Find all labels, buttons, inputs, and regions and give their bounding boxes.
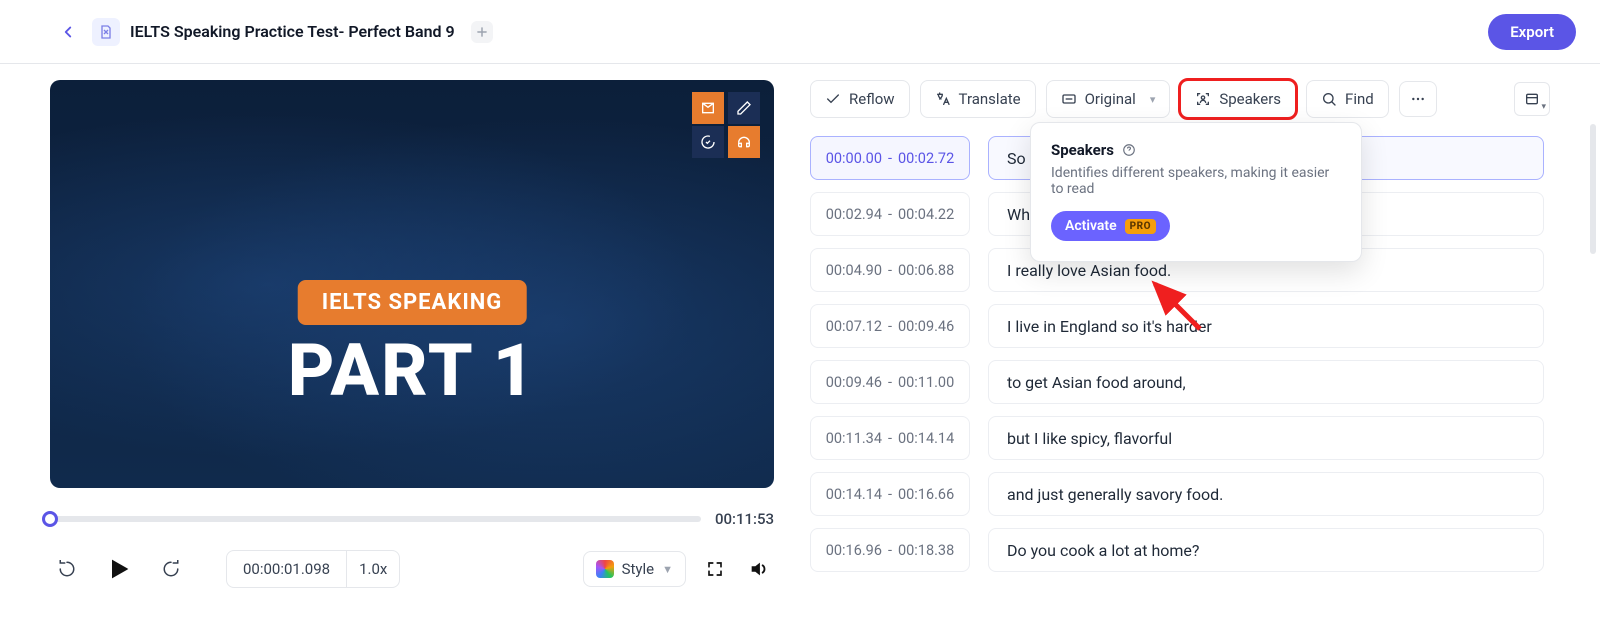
- rewind-icon: [58, 560, 76, 578]
- timestamp[interactable]: 00:02.94-00:04.22: [810, 192, 970, 236]
- video-overlay-badges: [692, 92, 762, 158]
- transcript-text[interactable]: I live in England so it's harder: [988, 304, 1544, 348]
- timestamp[interactable]: 00:00.00-00:02.72: [810, 136, 970, 180]
- timestamp[interactable]: 00:14.14-00:16.66: [810, 472, 970, 516]
- timeline-track[interactable]: [50, 516, 701, 522]
- original-dropdown[interactable]: Original: [1046, 80, 1171, 118]
- transcript-row[interactable]: 00:16.96-00:18.38 Do you cook a lot at ho…: [810, 528, 1544, 572]
- original-label: Original: [1085, 90, 1136, 108]
- forward-icon: [162, 560, 180, 578]
- chevron-down-icon: ▼: [662, 563, 673, 576]
- transcript-row[interactable]: 00:07.12-00:09.46 I live in England so it…: [810, 304, 1544, 348]
- fullscreen-button[interactable]: [700, 554, 730, 584]
- help-icon[interactable]: [1122, 143, 1136, 157]
- volume-button[interactable]: [744, 554, 774, 584]
- video-big-title: PART 1: [288, 328, 536, 413]
- reflow-label: Reflow: [849, 90, 895, 108]
- plus-icon: [475, 25, 489, 39]
- activate-label: Activate: [1065, 218, 1117, 234]
- video-preview[interactable]: IELTS SPEAKING PART 1: [50, 80, 774, 488]
- chevron-left-icon: [59, 23, 77, 41]
- search-icon: [1321, 91, 1337, 107]
- fullscreen-icon: [706, 560, 724, 578]
- style-label: Style: [622, 560, 655, 578]
- time-rate-box: 00:00:01.098 1.0x: [226, 550, 400, 588]
- check-icon: [825, 91, 841, 107]
- timestamp[interactable]: 00:16.96-00:18.38: [810, 528, 970, 572]
- page-title: IELTS Speaking Practice Test- Perfect Ba…: [130, 22, 455, 41]
- playback-rate[interactable]: 1.0x: [347, 551, 399, 587]
- find-label: Find: [1345, 90, 1374, 108]
- find-button[interactable]: Find: [1306, 80, 1389, 118]
- transcript-row[interactable]: 00:14.14-00:16.66 and just generally savo…: [810, 472, 1544, 516]
- timestamp[interactable]: 00:04.90-00:06.88: [810, 248, 970, 292]
- translate-label: Translate: [959, 90, 1021, 108]
- caption-icon: [1061, 91, 1077, 107]
- transcript-text[interactable]: and just generally savory food.: [988, 472, 1544, 516]
- activate-button[interactable]: Activate PRO: [1051, 211, 1170, 241]
- more-button[interactable]: [1399, 81, 1437, 117]
- speakers-icon: [1195, 91, 1211, 107]
- transcript-row[interactable]: 00:09.46-00:11.00 to get Asian food aroun…: [810, 360, 1544, 404]
- forward-button[interactable]: [154, 552, 188, 586]
- timestamp[interactable]: 00:09.46-00:11.00: [810, 360, 970, 404]
- rewind-button[interactable]: [50, 552, 84, 586]
- scrollbar[interactable]: [1590, 124, 1596, 254]
- transcript-row[interactable]: 00:11.34-00:14.14 but I like spicy, flavo…: [810, 416, 1544, 460]
- pro-badge: PRO: [1125, 219, 1156, 234]
- back-button[interactable]: [54, 18, 82, 46]
- timeline-thumb[interactable]: [42, 511, 58, 527]
- video-tag: IELTS SPEAKING: [298, 280, 527, 325]
- current-time[interactable]: 00:00:01.098: [227, 551, 346, 587]
- volume-icon: [748, 558, 770, 580]
- popover-title: Speakers: [1051, 141, 1114, 159]
- total-duration: 00:11:53: [715, 510, 774, 528]
- reflow-button[interactable]: Reflow: [810, 80, 910, 118]
- layout-icon: [1524, 91, 1540, 107]
- export-button[interactable]: Export: [1488, 14, 1576, 50]
- play-button[interactable]: [98, 548, 140, 590]
- speakers-label: Speakers: [1219, 90, 1281, 108]
- transcript-text[interactable]: to get Asian food around,: [988, 360, 1544, 404]
- translate-button[interactable]: Translate: [920, 80, 1036, 118]
- document-icon: [92, 18, 120, 46]
- transcript-text[interactable]: but I like spicy, flavorful: [988, 416, 1544, 460]
- popover-desc: Identifies different speakers, making it…: [1051, 165, 1341, 197]
- timestamp[interactable]: 00:07.12-00:09.46: [810, 304, 970, 348]
- palette-icon: [596, 560, 614, 578]
- more-icon: [1410, 91, 1426, 107]
- add-tab-button[interactable]: [471, 21, 493, 43]
- play-icon: [105, 555, 133, 583]
- speakers-button[interactable]: Speakers: [1180, 80, 1296, 118]
- speakers-popover: Speakers Identifies different speakers, …: [1030, 122, 1362, 262]
- timestamp[interactable]: 00:11.34-00:14.14: [810, 416, 970, 460]
- transcript-text[interactable]: Do you cook a lot at home?: [988, 528, 1544, 572]
- view-toggle[interactable]: [1514, 82, 1550, 116]
- translate-icon: [935, 91, 951, 107]
- style-button[interactable]: Style ▼: [583, 551, 686, 587]
